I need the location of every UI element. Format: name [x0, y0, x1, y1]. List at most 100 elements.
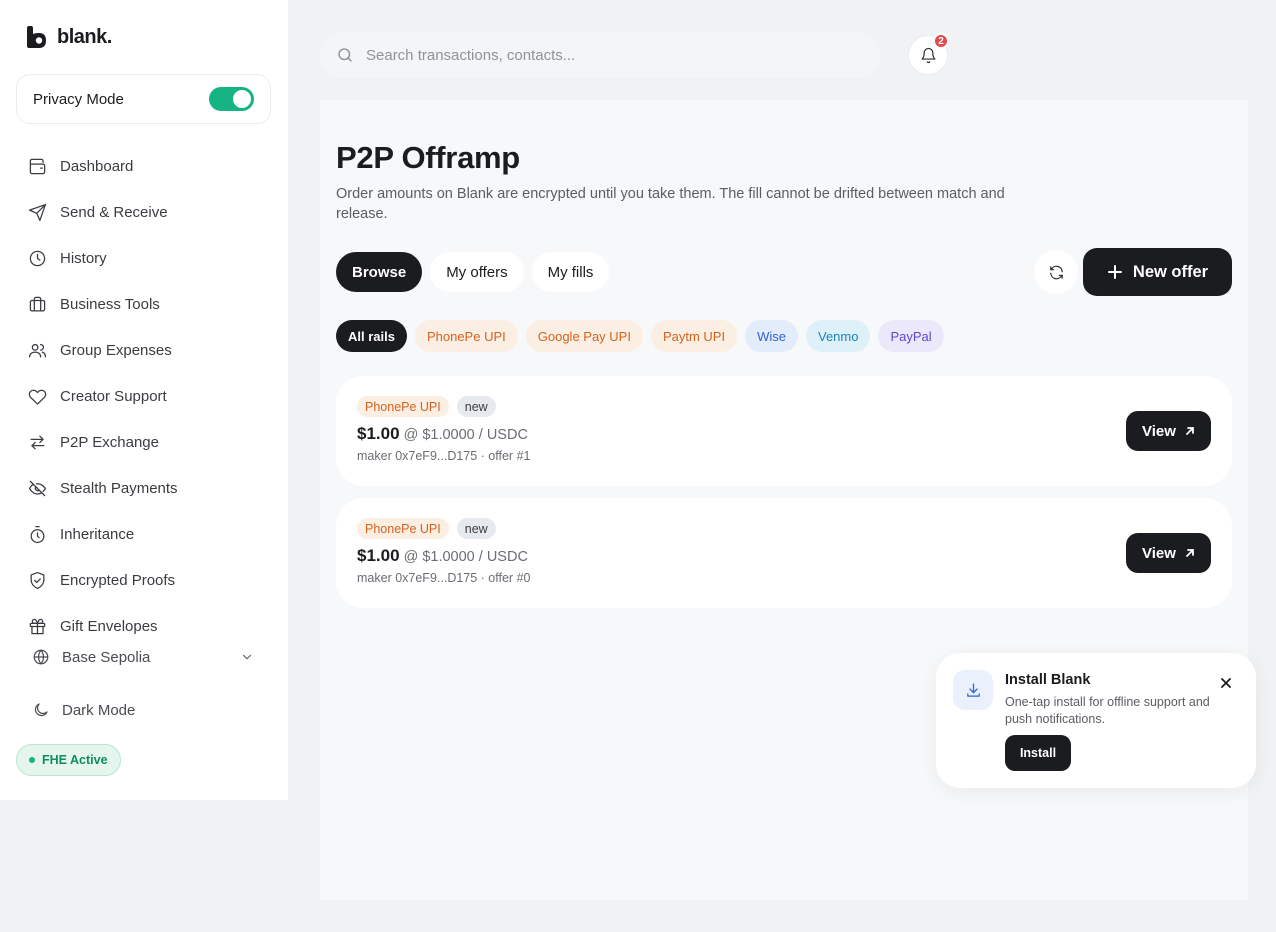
- moon-icon: [34, 703, 48, 717]
- clock-icon: [29, 250, 46, 266]
- sidebar-item-label: Creator Support: [60, 387, 167, 405]
- sidebar-item-send-receive[interactable]: Send & Receive: [28, 189, 178, 235]
- offer-meta: maker 0x7eF9...D175 · offer #0: [357, 571, 531, 585]
- dark-mode-label: Dark Mode: [62, 701, 136, 719]
- arrow-up-right-icon: [1186, 427, 1194, 435]
- offer-card: PhonePe UPI new $1.00 @ $1.0000 / USDC m…: [336, 498, 1232, 608]
- gift-icon: [29, 618, 46, 634]
- new-offer-label: New offer: [1132, 262, 1209, 281]
- heart-icon: [28, 389, 47, 405]
- sidebar-item-dashboard[interactable]: Dashboard: [28, 143, 178, 189]
- sidebar-item-label: Dashboard: [60, 157, 134, 175]
- privacy-mode-label: Privacy Mode: [33, 90, 124, 108]
- search-bar: [320, 32, 880, 78]
- sidebar-item-label: Encrypted Proofs: [60, 571, 176, 589]
- rail-filters: All rails PhonePe UPI Google Pay UPI Pay…: [336, 320, 944, 352]
- sidebar-item-group-expenses[interactable]: Group Expenses: [28, 327, 178, 373]
- view-label: View: [1142, 544, 1176, 562]
- shield-check-icon: [30, 571, 45, 589]
- offer-tags: PhonePe UPI new: [357, 518, 496, 539]
- plus-icon: [1107, 265, 1122, 279]
- sidebar-nav: Dashboard Send & Receive History Busines…: [28, 143, 178, 649]
- sidebar-item-history[interactable]: History: [28, 235, 178, 281]
- privacy-mode-card: Privacy Mode: [16, 74, 271, 124]
- tab-browse[interactable]: Browse: [336, 252, 423, 292]
- offer-tags: PhonePe UPI new: [357, 396, 496, 417]
- install-toast: Install Blank One-tap install for offlin…: [936, 653, 1256, 788]
- close-icon[interactable]: [1216, 673, 1236, 693]
- toast-title: Install Blank: [1005, 672, 1091, 688]
- rail-filter-paytm[interactable]: Paytm UPI: [650, 320, 738, 352]
- tab-my-fills[interactable]: My fills: [531, 252, 610, 292]
- sidebar-item-label: Stealth Payments: [60, 479, 178, 497]
- wallet-icon: [29, 158, 46, 174]
- briefcase-icon: [29, 296, 46, 311]
- chevron-down-icon: [243, 654, 251, 660]
- offer-tabs: Browse My offers My fills: [336, 252, 610, 292]
- notifications-button[interactable]: 2: [908, 33, 949, 75]
- sidebar-item-label: Gift Envelopes: [60, 617, 158, 635]
- send-icon: [28, 203, 47, 221]
- brand-logo[interactable]: blank.: [26, 25, 112, 49]
- sidebar-item-p2p-exchange[interactable]: P2P Exchange: [28, 419, 178, 465]
- sidebar-item-label: P2P Exchange: [60, 433, 159, 451]
- view-label: View: [1142, 422, 1176, 440]
- offer-status-badge: new: [456, 396, 496, 417]
- offer-amount: $1.00: [357, 424, 400, 443]
- offer-price: $1.00 @ $1.0000 / USDC: [357, 546, 528, 566]
- rail-filter-wise[interactable]: Wise: [745, 320, 798, 352]
- sidebar-item-label: Send & Receive: [60, 203, 168, 221]
- network-selector[interactable]: Base Sepolia: [32, 648, 254, 666]
- rail-filter-all[interactable]: All rails: [336, 320, 407, 352]
- rail-filter-phonepe[interactable]: PhonePe UPI: [414, 320, 518, 352]
- privacy-mode-toggle[interactable]: [209, 87, 254, 111]
- sidebar: blank. Privacy Mode Dashboard Send & Rec…: [0, 0, 288, 800]
- download-icon: [953, 670, 993, 710]
- new-offer-button[interactable]: New offer: [1083, 248, 1232, 296]
- sidebar-item-inheritance[interactable]: Inheritance: [28, 511, 178, 557]
- offer-rate: @ $1.0000 / USDC: [403, 427, 528, 443]
- toast-body: One-tap install for offline support and …: [1005, 695, 1210, 726]
- page-subtitle: Order amounts on Blank are encrypted unt…: [336, 186, 1005, 222]
- network-label: Base Sepolia: [62, 648, 151, 666]
- sidebar-item-encrypted-proofs[interactable]: Encrypted Proofs: [28, 557, 178, 603]
- offer-price: $1.00 @ $1.0000 / USDC: [357, 424, 528, 444]
- sidebar-item-stealth-payments[interactable]: Stealth Payments: [28, 465, 178, 511]
- timer-icon: [30, 525, 45, 543]
- refresh-button[interactable]: [1034, 250, 1078, 294]
- view-offer-button[interactable]: View: [1126, 533, 1211, 573]
- notification-count-badge: 2: [933, 33, 949, 49]
- page-title: P2P Offramp: [336, 140, 520, 175]
- sidebar-item-label: Business Tools: [60, 295, 160, 313]
- arrows-exchange-icon: [30, 435, 45, 449]
- sidebar-item-gift-envelopes[interactable]: Gift Envelopes: [28, 603, 178, 649]
- offer-card: PhonePe UPI new $1.00 @ $1.0000 / USDC m…: [336, 376, 1232, 486]
- offer-meta: maker 0x7eF9...D175 · offer #1: [357, 449, 531, 463]
- view-offer-button[interactable]: View: [1126, 411, 1211, 451]
- offer-status-badge: new: [456, 518, 496, 539]
- sidebar-item-business-tools[interactable]: Business Tools: [28, 281, 178, 327]
- search-icon: [338, 48, 352, 62]
- rail-filter-paypal[interactable]: PayPal: [878, 320, 944, 352]
- globe-icon: [33, 649, 49, 665]
- refresh-icon: [1049, 265, 1063, 279]
- sidebar-item-label: History: [60, 249, 107, 267]
- rail-filter-venmo[interactable]: Venmo: [805, 320, 871, 352]
- users-icon: [28, 343, 47, 357]
- offer-rate: @ $1.0000 / USDC: [403, 549, 528, 565]
- dark-mode-toggle[interactable]: Dark Mode: [32, 701, 135, 719]
- install-button[interactable]: Install: [1005, 735, 1071, 771]
- search-input[interactable]: [366, 46, 836, 64]
- sidebar-item-label: Group Expenses: [60, 341, 172, 359]
- bell-icon: [921, 47, 935, 63]
- offer-rail-badge: PhonePe UPI: [357, 518, 449, 539]
- blank-logo-icon: [27, 26, 46, 48]
- status-dot-icon: [29, 757, 35, 763]
- sidebar-item-label: Inheritance: [60, 525, 135, 543]
- brand-name: blank.: [57, 25, 112, 48]
- arrow-up-right-icon: [1186, 549, 1194, 557]
- rail-filter-google-pay[interactable]: Google Pay UPI: [525, 320, 643, 352]
- tab-my-offers[interactable]: My offers: [430, 252, 524, 292]
- offer-rail-badge: PhonePe UPI: [357, 396, 449, 417]
- sidebar-item-creator-support[interactable]: Creator Support: [28, 373, 178, 419]
